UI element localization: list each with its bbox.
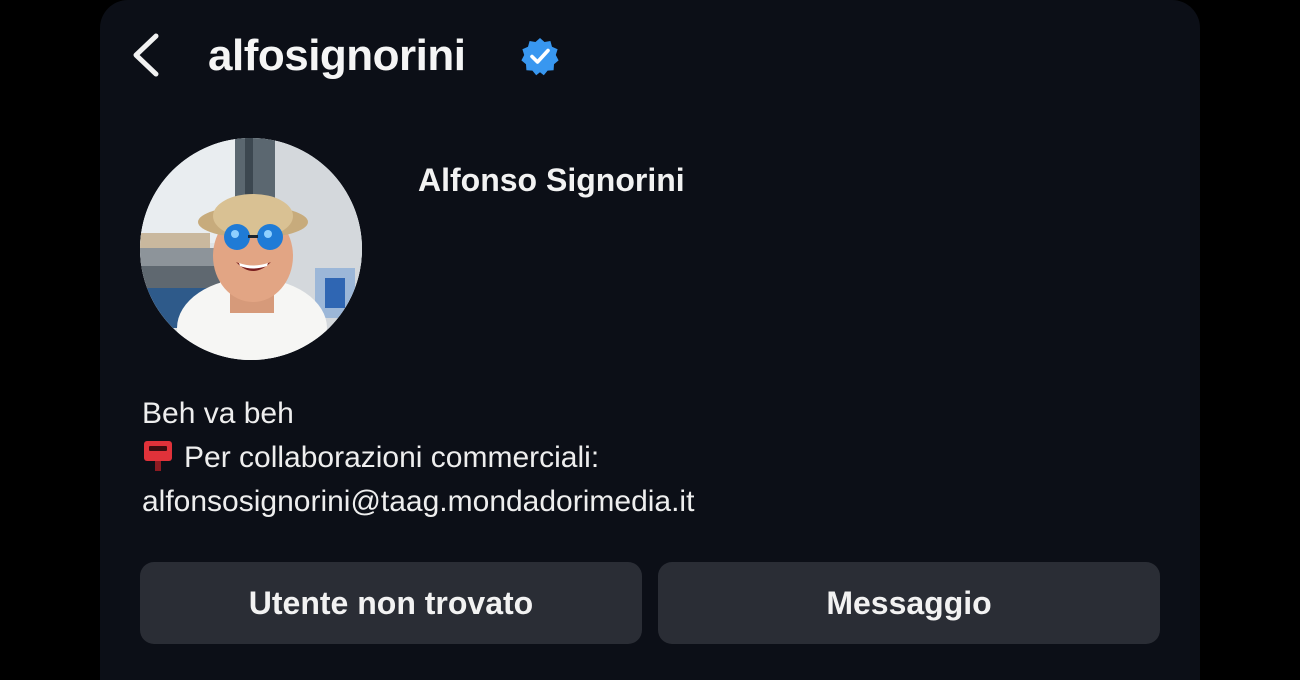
bio-line-1: Beh va beh — [142, 397, 294, 430]
back-button[interactable] — [128, 30, 168, 80]
profile-avatar[interactable] — [140, 138, 362, 360]
message-button[interactable]: Messaggio — [658, 562, 1160, 644]
profile-panel: alfosignorini Alfonso Signorini Beh va b… — [100, 0, 1200, 680]
profile-photo — [140, 138, 362, 360]
bio-email-link[interactable]: alfonsosignorini@taag.mondadorimedia.it — [142, 480, 694, 524]
bio-line-2-text: Per collaborazioni commerciali: — [184, 441, 600, 474]
profile-full-name: Alfonso Signorini — [418, 162, 685, 198]
user-not-found-button[interactable]: Utente non trovato — [140, 562, 642, 644]
bio-line-2: Per collaborazioni commerciali: — [142, 436, 694, 480]
profile-username: alfosignorini — [208, 31, 466, 80]
chevron-left-icon — [133, 33, 159, 77]
postbox-emoji-icon — [144, 441, 172, 471]
profile-bio: Beh va beh Per collaborazioni commercial… — [142, 392, 694, 524]
verified-badge-icon — [521, 38, 559, 76]
